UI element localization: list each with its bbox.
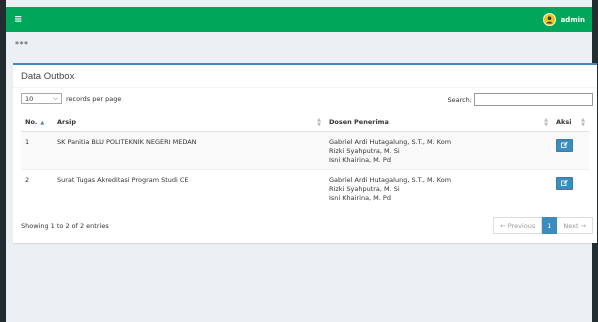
- left-frame: [0, 0, 6, 322]
- entries-info: Showing 1 to 2 of 2 entries: [21, 222, 109, 230]
- column-header-dosen[interactable]: Dosen Penerima ▲ ▼: [325, 114, 552, 132]
- records-per-page-label: records per page: [66, 94, 122, 103]
- table-row: 1 SK Panitia BLU POLITEKNIK NEGERI MEDAN…: [21, 130, 589, 169]
- outbox-panel: Data Outbox 10 ⌵ records per page Search…: [13, 63, 597, 243]
- header-divider: [13, 87, 597, 88]
- cell-dosen: Gabriel Ardi Hutagalung, S.T., M. Kom Ri…: [325, 168, 552, 207]
- edit-icon: [561, 180, 568, 186]
- sort-icon: ▲ ▼: [544, 117, 548, 128]
- sort-asc-icon: ▲: [40, 120, 45, 127]
- cell-no: 2: [21, 168, 53, 207]
- dosen-name: Rizki Syahputra, M. Si: [329, 146, 400, 155]
- dosen-name: Isni Khairina, M. Pd: [329, 193, 391, 202]
- cell-arsip: Surat Tugas Akreditasi Program Studi CE: [53, 168, 325, 207]
- search-label: Search:: [447, 95, 472, 104]
- chevron-down-icon: ⌵: [53, 94, 58, 102]
- page-button-current[interactable]: 1: [542, 217, 558, 234]
- cell-no: 1: [21, 130, 53, 169]
- edit-button[interactable]: [556, 138, 573, 152]
- pagination: ← Previous 1 Next →: [493, 217, 593, 234]
- outbox-table: No. ▲ Arsip ▲ ▼ Dosen Penerima ▲ ▼ Aksi ▲ ▼ 1 S…: [21, 114, 589, 207]
- cell-dosen: Gabriel Ardi Hutagalung, S.T., M. Kom Ri…: [325, 130, 552, 169]
- sort-icon: ▲ ▼: [581, 117, 585, 128]
- next-page-button[interactable]: Next →: [557, 217, 593, 234]
- avatar-icon: [542, 13, 556, 26]
- previous-page-button[interactable]: ← Previous: [493, 217, 543, 234]
- records-per-page-value: 10: [25, 94, 34, 103]
- top-navbar: ≡ admin: [6, 7, 592, 32]
- user-name: admin: [560, 15, 585, 24]
- table-row: 2 Surat Tugas Akreditasi Program Studi C…: [21, 168, 589, 207]
- edit-button[interactable]: [556, 176, 573, 190]
- edit-icon: [561, 142, 568, 148]
- cell-aksi: [552, 168, 589, 207]
- dosen-name: Gabriel Ardi Hutagalung, S.T., M. Kom: [329, 137, 452, 146]
- records-per-page: 10 ⌵ records per page: [21, 93, 121, 104]
- column-header-aksi[interactable]: Aksi ▲ ▼: [552, 114, 589, 132]
- column-header-no[interactable]: No. ▲: [21, 114, 53, 132]
- hamburger-icon[interactable]: ≡: [14, 14, 22, 25]
- cell-aksi: [552, 130, 589, 169]
- search-input[interactable]: [474, 93, 593, 106]
- column-header-arsip[interactable]: Arsip ▲ ▼: [53, 114, 325, 132]
- dosen-name: Isni Khairina, M. Pd: [329, 155, 391, 164]
- user-menu[interactable]: admin: [542, 13, 585, 26]
- cell-arsip: SK Panitia BLU POLITEKNIK NEGERI MEDAN: [53, 130, 325, 169]
- records-per-page-select[interactable]: 10 ⌵: [21, 93, 62, 104]
- sort-icon: ▲ ▼: [317, 117, 321, 128]
- table-header-row: No. ▲ Arsip ▲ ▼ Dosen Penerima ▲ ▼ Aksi ▲ ▼: [21, 114, 589, 132]
- dosen-name: Rizki Syahputra, M. Si: [329, 184, 400, 193]
- search-area: Search:: [447, 93, 593, 106]
- dosen-name: Gabriel Ardi Hutagalung, S.T., M. Kom: [329, 175, 452, 184]
- breadcrumb: ***: [15, 40, 29, 49]
- panel-title: Data Outbox: [21, 71, 75, 82]
